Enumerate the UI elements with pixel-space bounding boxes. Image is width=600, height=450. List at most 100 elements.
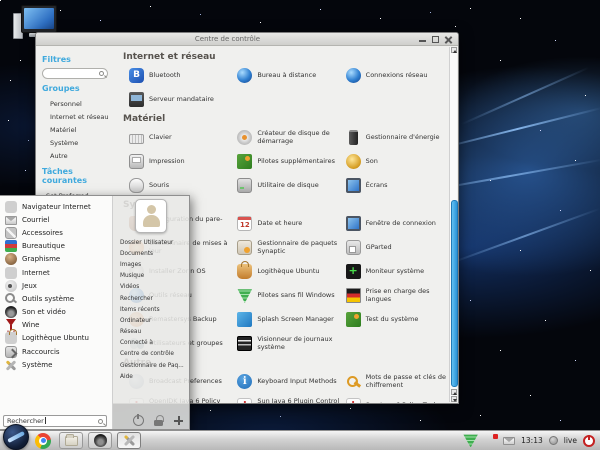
clock[interactable]: 13:13	[521, 436, 543, 445]
sidebar-group-item[interactable]: Matériel	[42, 123, 109, 136]
menu-place-item[interactable]: Centre de contrôle	[113, 349, 189, 360]
chrome-icon[interactable]	[35, 433, 51, 449]
system-testing-icon	[346, 312, 361, 327]
menu-app-item[interactable]: Raccourcis	[0, 345, 112, 358]
bluetooth-icon	[129, 68, 144, 83]
control-center-item[interactable]: Splash Screen Manager	[237, 309, 339, 330]
control-center-item[interactable]: Créateur de disque de démarrage	[237, 127, 339, 148]
menu-place-item[interactable]: Vidéos	[113, 282, 189, 293]
mail-icon	[5, 216, 17, 225]
control-center-item[interactable]: Impression	[129, 151, 231, 172]
menu-place-item[interactable]: Réseau	[113, 327, 189, 338]
filters-header: Filtres	[42, 55, 109, 64]
menu-app-item[interactable]: Graphisme	[0, 253, 112, 266]
control-center-item[interactable]: Clavier	[129, 127, 231, 148]
menu-app-item[interactable]: Navigateur Internet	[0, 200, 112, 213]
control-center-item[interactable]: Gestionnaire de paquets Synaptic	[237, 237, 339, 258]
control-center-item[interactable]: Date et heure	[237, 213, 339, 234]
sidebar-group-item[interactable]: Autre	[42, 149, 109, 162]
sidebar-group-item[interactable]: Internet et réseau	[42, 110, 109, 123]
control-center-item[interactable]: Pilotes sans fil Windows	[237, 285, 339, 306]
scroll-up-icon[interactable]	[451, 389, 457, 395]
menu-place-item[interactable]: Musique	[113, 271, 189, 282]
user-avatar[interactable]	[135, 199, 167, 233]
mute-badge	[493, 434, 498, 439]
minimize-icon[interactable]	[419, 36, 426, 43]
window-titlebar[interactable]: Centre de contrôle	[36, 33, 458, 46]
control-center-item[interactable]: Bureau à distance	[237, 65, 339, 86]
media-player-button[interactable]	[88, 432, 112, 449]
control-center-item[interactable]: Souris	[129, 175, 231, 196]
volume-button[interactable]	[484, 435, 497, 447]
menu-place-item[interactable]: Connecté à	[113, 338, 189, 349]
menu-app-item[interactable]: Internet	[0, 266, 112, 279]
control-center-item[interactable]: Pilotes supplémentaires	[237, 151, 339, 172]
control-center-item[interactable]: Sun Java 6 Policy Tool	[346, 395, 448, 403]
filter-search-input[interactable]	[42, 68, 108, 79]
menu-place-item[interactable]: Ordinateur	[113, 315, 189, 326]
session-indicator-icon[interactable]	[549, 436, 558, 445]
control-center-item[interactable]: Son	[346, 151, 448, 172]
section-header: Matériel	[123, 114, 448, 124]
additional-drivers-icon	[237, 154, 252, 169]
control-center-item[interactable]: Moniteur système	[346, 261, 448, 282]
printer-icon	[129, 154, 144, 169]
control-center-item[interactable]: Bluetooth	[129, 65, 231, 86]
control-center-item[interactable]: Logithèque Ubuntu	[237, 261, 339, 282]
control-center-item[interactable]: Test du système	[346, 309, 448, 330]
file-manager-button[interactable]	[59, 432, 83, 449]
network-connections-icon	[346, 68, 361, 83]
menu-app-label: Bureautique	[22, 242, 65, 250]
sidebar-group-item[interactable]: Système	[42, 136, 109, 149]
menu-place-item[interactable]: Gestionnaire de Paq...	[113, 360, 189, 371]
scroll-up-icon[interactable]	[451, 47, 457, 53]
item-label: Date et heure	[257, 220, 302, 228]
menu-place-item[interactable]: Rechercher	[113, 293, 189, 304]
menu-app-item[interactable]: Son et vidéo	[0, 306, 112, 319]
scrollbar-thumb[interactable]	[451, 200, 458, 387]
menu-app-item[interactable]: Système	[0, 358, 112, 371]
menu-app-item[interactable]: Logithèque Ubuntu	[0, 332, 112, 345]
control-center-item[interactable]: Visionneur de journaux système	[237, 333, 339, 354]
menu-app-item[interactable]: Outils système	[0, 292, 112, 305]
maximize-icon[interactable]	[432, 36, 439, 43]
menu-app-item[interactable]: Wine	[0, 319, 112, 332]
menu-place-item[interactable]: Items récents	[113, 304, 189, 315]
control-center-item[interactable]: Gestionnaire d'énergie	[346, 127, 448, 148]
menu-place-item[interactable]: Dossier Utilisateur	[113, 237, 189, 248]
control-center-item[interactable]: Fenêtre de connexion	[346, 213, 448, 234]
shortcuts-icon	[5, 346, 17, 358]
wifi-signal-icon[interactable]	[463, 434, 478, 448]
control-center-item[interactable]: Utilitaire de disque	[237, 175, 339, 196]
zorin-menu-icon[interactable]	[3, 424, 29, 450]
control-center-item[interactable]: Prise en charge des langues	[346, 285, 448, 306]
shutdown-icon[interactable]	[583, 435, 595, 447]
mail-envelope-icon[interactable]	[503, 437, 515, 445]
menu-app-label: Outils système	[22, 295, 74, 303]
vertical-scrollbar[interactable]	[449, 47, 457, 402]
lock-icon[interactable]	[153, 415, 164, 426]
menu-app-item[interactable]: Courriel	[0, 213, 112, 226]
menu-app-item[interactable]: Bureautique	[0, 240, 112, 253]
system-tools-icon	[5, 293, 17, 305]
control-center-item[interactable]: Sun Java 6 Plugin Control Panel	[237, 395, 339, 403]
scroll-down-icon[interactable]	[451, 396, 457, 402]
menu-place-item[interactable]: Images	[113, 259, 189, 270]
menu-place-item[interactable]: Documents	[113, 248, 189, 259]
menu-app-item[interactable]: Jeux	[0, 279, 112, 292]
add-icon[interactable]	[173, 415, 184, 426]
sidebar-group-item[interactable]: Personnel	[42, 97, 109, 110]
control-center-item[interactable]: Connexions réseau	[346, 65, 448, 86]
power-icon[interactable]	[133, 415, 144, 426]
control-center-item[interactable]: GParted	[346, 237, 448, 258]
menu-place-item[interactable]: Aide	[113, 371, 189, 382]
control-center-item[interactable]: Serveur mandataire	[129, 89, 231, 110]
control-center-item[interactable]: Mots de passe et clés de chiffrement	[346, 371, 448, 392]
close-icon[interactable]	[445, 36, 452, 43]
menu-app-item[interactable]: Accessoires	[0, 226, 112, 239]
control-center-item[interactable]: Écrans	[346, 175, 448, 196]
games-icon	[5, 280, 17, 292]
system-settings-button[interactable]	[117, 432, 141, 449]
control-center-item[interactable]: Keyboard Input Methods	[237, 371, 339, 392]
file-manager-icon	[65, 436, 78, 446]
